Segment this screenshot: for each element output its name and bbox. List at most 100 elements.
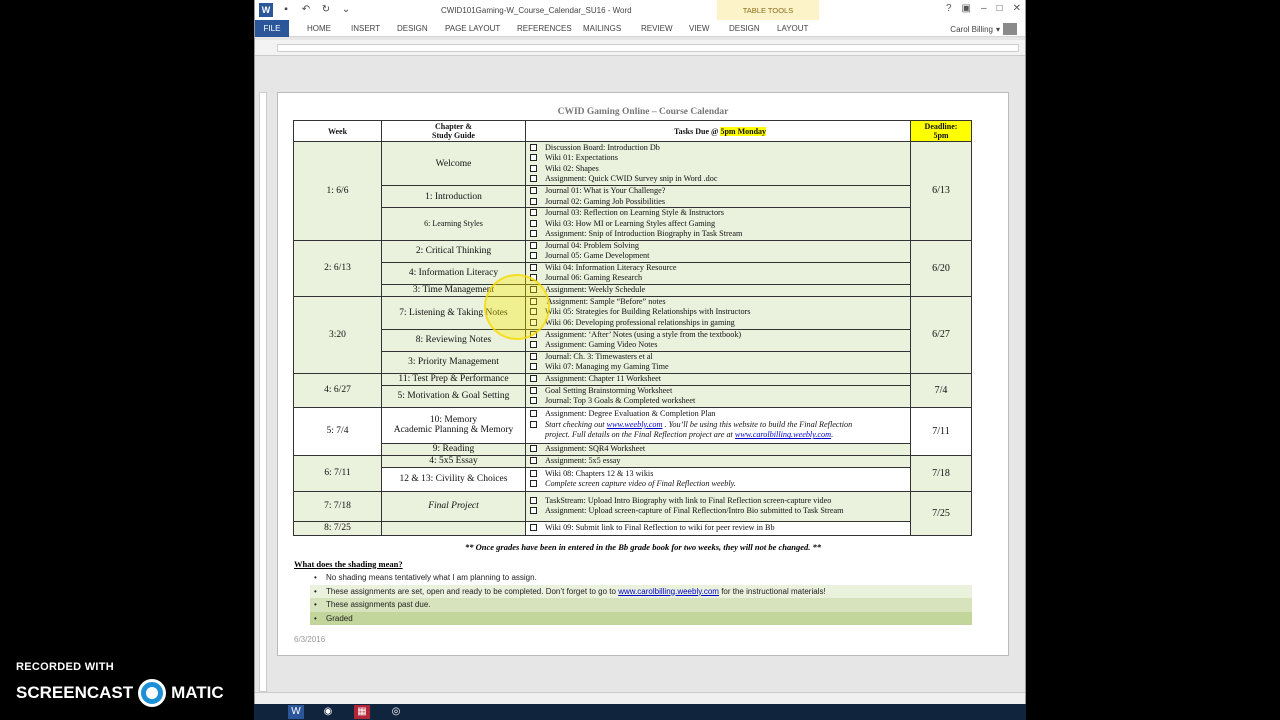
checkbox-icon [530,507,537,514]
horizontal-scrollbar[interactable] [255,692,1025,704]
table-row: 8: Reviewing Notes Assignment: ‘After’ N… [294,328,972,352]
chapter-cell: Final Project [381,490,526,522]
tab-review[interactable]: REVIEW [641,24,673,33]
task-text: Complete screen capture video of Final R… [545,479,736,488]
checkbox-icon [530,175,537,182]
deadline-cell: 6/27 [910,295,972,374]
chapter-cell: 10: Memory Academic Planning & Memory [381,406,526,444]
task-item: Wiki 03: How MI or Learning Styles affec… [530,219,910,230]
tab-file[interactable]: FILE [255,20,289,37]
tasks-cell: Wiki 09: Submit link to Final Reflection… [525,520,911,536]
task-item: Assignment: Snip of Introduction Biograp… [530,229,910,240]
table-row: 3: Time Management Assignment: Weekly Sc… [294,283,972,297]
redo-icon[interactable]: ↻ [319,3,333,17]
week-cell: 8: 7/25 [293,520,382,536]
tab-design[interactable]: DESIGN [397,24,428,33]
legend-text: These assignments are set, open and read… [326,586,619,596]
checkbox-icon [530,197,537,205]
task-text: Journal 04: Problem Solving [545,240,639,250]
tab-view[interactable]: VIEW [689,24,709,33]
task-text: Wiki 03: How MI or Learning Styles affec… [545,218,716,228]
task-text: . [831,430,834,440]
header-deadline-line1: Deadline: [924,122,958,131]
checkbox-icon [530,230,537,237]
tasks-cell: Assignment: ‘After’ Notes (using a style… [525,328,911,352]
document-title: CWID101Gaming-W_Course_Calendar_SU16 - W… [441,6,632,15]
word-app-icon[interactable]: W [259,3,273,17]
tasks-cell: Assignment: Chapter 11 Worksheet [525,372,911,386]
app-taskbar-icon[interactable]: ▦ [354,705,370,719]
carolbilling-link[interactable]: www.carolbilling.weebly.com [618,587,719,596]
tasks-cell: Assignment: SQR4 Worksheet [525,442,911,456]
checkbox-icon [530,263,537,271]
task-text: TaskStream: Upload Intro Biography with … [545,495,832,505]
task-item: Journal 02: Gaming Job Possibilities [530,197,910,208]
tasks-cell: TaskStream: Upload Intro Biography with … [525,490,911,522]
task-item: Assignment: Quick CWID Survey snip in Wo… [530,174,910,185]
table-row: 7: 7/18 Final Project TaskStream: Upload… [293,490,972,536]
table-row: 5: 7/4 10: Memory Academic Planning & Mem… [293,406,972,456]
checkbox-icon [530,154,537,161]
vertical-ruler[interactable] [259,92,267,692]
user-account[interactable]: Carol Billing ▾ [950,23,1017,35]
table-row: 1: Introduction Journal 01: What is Your… [294,185,972,208]
tab-references[interactable]: REFERENCES [517,24,572,33]
tab-mailings[interactable]: MAILINGS [583,24,621,33]
checkbox-icon [530,420,537,428]
task-item: Wiki 06: Developing professional relatio… [530,318,910,329]
avatar [1003,23,1017,35]
tab-page-layout[interactable]: PAGE LAYOUT [445,24,500,33]
week-cell: 2: 6/13 [293,239,382,297]
checkbox-icon [530,444,537,452]
week-cell: 3:20 [293,295,382,374]
tab-home[interactable]: HOME [307,24,331,33]
horizontal-ruler[interactable] [255,40,1025,56]
minimize-button[interactable]: – [981,3,987,14]
task-item: Goal Setting Brainstorming Worksheet [530,386,910,397]
task-text: Assignment: Sample “Before” notes [545,296,666,306]
task-item: Assignment: Upload screen-capture of Fin… [530,506,910,517]
help-button[interactable]: ? [946,3,952,14]
maximize-button[interactable]: □ [997,3,1003,14]
save-icon[interactable]: ▪ [279,3,293,17]
course-calendar-table[interactable]: Week Chapter & Study Guide Tasks Due @ 5p… [293,120,972,536]
task-item: Wiki 02: Shapes [530,164,910,175]
undo-icon[interactable]: ↶ [299,3,313,17]
task-item: TaskStream: Upload Intro Biography with … [530,496,910,507]
chapter-cell: 12 & 13: Civility & Choices [381,466,526,492]
checkbox-icon [530,397,537,404]
word-window: W ▪ ↶ ↻ ⌄ CWID101Gaming-W_Course_Calenda… [254,0,1026,704]
tab-insert[interactable]: INSERT [351,24,380,33]
recorder-taskbar-icon[interactable]: ◎ [388,705,404,719]
tasks-cell: Journal 04: Problem Solving Journal 05: … [525,239,911,263]
word-taskbar-icon[interactable]: W [288,705,304,719]
chapter-cell: 4: 5x5 Essay [381,454,526,468]
tab-table-layout[interactable]: LAYOUT [777,24,808,33]
task-item: Assignment: SQR4 Worksheet [530,444,910,455]
ribbon-tabs: FILE HOME INSERT DESIGN PAGE LAYOUT REFE… [255,20,1025,37]
customize-qat-icon[interactable]: ⌄ [339,3,353,17]
week-cell: 4: 6/27 [293,372,382,408]
table-row: 3:20 7: Listening & Taking Notes Assignm… [293,295,972,374]
task-item-continued: project. Full details on the Final Refle… [530,430,910,441]
tab-table-design[interactable]: DESIGN [729,24,760,33]
chapter-cell: 5: Motivation & Goal Setting [381,384,526,408]
header-tasks-label: Tasks Due @ [673,126,721,136]
task-text: Journal: Top 3 Goals & Completed workshe… [545,396,696,405]
tasks-cell: Wiki 04: Information Literacy Resource J… [525,261,911,285]
taskbar: W ◉ ▦ ◎ [254,704,1026,720]
table-row: 4: 6/27 11: Test Prep & Performance Assi… [293,372,972,408]
ribbon-display-button[interactable]: ▣ [962,3,971,14]
legend-item: Graded [310,611,972,625]
task-text: Wiki 04: Information Literacy Resource [545,262,677,272]
carolbilling-link[interactable]: www.carolbilling.weebly.com [735,430,831,439]
weebly-link[interactable]: www.weebly.com [607,420,663,429]
task-text: project. Full details on the Final Refle… [545,430,735,440]
chapter-name: 10: Memory [429,415,478,425]
close-button[interactable]: ✕ [1013,3,1021,14]
task-text: Journal: Ch. 3: Timewasters et al [545,351,653,361]
browser-taskbar-icon[interactable]: ◉ [320,705,336,719]
task-text: Journal 03: Reflection on Learning Style… [545,208,724,217]
task-item: Wiki 07: Managing my Gaming Time [530,362,910,373]
document-page[interactable]: CWID Gaming Online – Course Calendar Wee… [277,92,1009,656]
